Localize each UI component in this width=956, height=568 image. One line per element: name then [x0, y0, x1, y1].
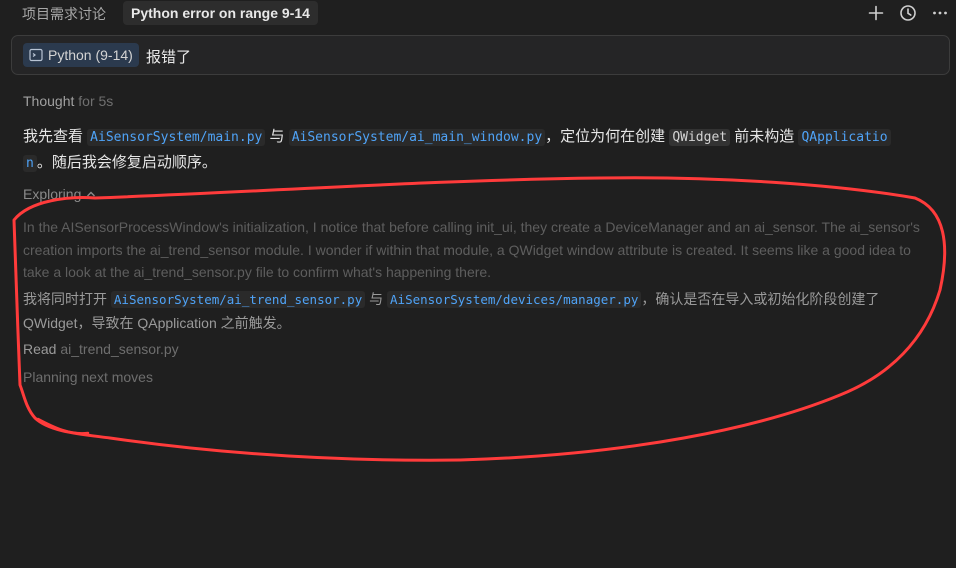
- context-chip-label: Python (9-14): [48, 47, 133, 63]
- thought-toggle[interactable]: Thought for 5s: [23, 93, 113, 109]
- response-text: 与: [265, 128, 289, 145]
- thought-duration: for 5s: [78, 93, 114, 109]
- response-text: ，定位为何在创建: [545, 128, 670, 145]
- tab-project-discussion[interactable]: 项目需求讨论: [22, 4, 106, 24]
- read-label: Read: [23, 341, 57, 357]
- chat-header: 项目需求讨论 Python error on range 9-14: [0, 0, 956, 28]
- more-icon[interactable]: [930, 3, 950, 23]
- file-link-manager[interactable]: AiSensorSystem/devices/manager.py: [387, 291, 642, 308]
- context-chip[interactable]: Python (9-14): [23, 43, 139, 67]
- message-input[interactable]: Python (9-14) 报错了: [11, 35, 950, 75]
- exploring-toggle[interactable]: Exploring: [23, 186, 96, 202]
- plan-text: 我将同时打开 AiSensorSystem/ai_trend_sensor.py…: [23, 288, 938, 334]
- response-text: 前未构造: [730, 128, 799, 145]
- plus-icon[interactable]: [866, 3, 886, 23]
- read-step[interactable]: Read ai_trend_sensor.py: [23, 341, 179, 357]
- exploring-label: Exploring: [23, 186, 82, 202]
- history-icon[interactable]: [898, 3, 918, 23]
- chevron-up-icon: [87, 191, 96, 197]
- read-file: ai_trend_sensor.py: [60, 341, 179, 357]
- code-qwidget: QWidget: [669, 129, 731, 146]
- plan-segment: 与: [365, 291, 388, 307]
- assistant-response: 我先查看 AiSensorSystem/main.py 与 AiSensorSy…: [23, 124, 938, 176]
- reasoning-text: In the AISensorProcessWindow's initializ…: [23, 219, 920, 280]
- response-text: 我先查看: [23, 128, 88, 145]
- plan-segment: 我将同时打开: [23, 291, 111, 307]
- thought-label: Thought: [23, 93, 75, 109]
- response-text: 。随后我会修复启动顺序。: [36, 154, 217, 171]
- file-code-icon: [29, 48, 43, 62]
- message-text: 报错了: [146, 49, 192, 66]
- code-qapplication[interactable]: QApplicatio: [798, 129, 891, 146]
- header-actions: [866, 3, 950, 23]
- tab-python-error[interactable]: Python error on range 9-14: [123, 1, 318, 25]
- file-link-ai-trend-sensor[interactable]: AiSensorSystem/ai_trend_sensor.py: [110, 291, 366, 308]
- code-qapplication-wrap[interactable]: n: [23, 155, 37, 172]
- red-annotation-loop: [12, 176, 947, 462]
- file-link-main[interactable]: AiSensorSystem/main.py: [87, 129, 266, 146]
- status-text: Planning next moves: [23, 369, 153, 385]
- file-link-ai-main-window[interactable]: AiSensorSystem/ai_main_window.py: [288, 129, 546, 146]
